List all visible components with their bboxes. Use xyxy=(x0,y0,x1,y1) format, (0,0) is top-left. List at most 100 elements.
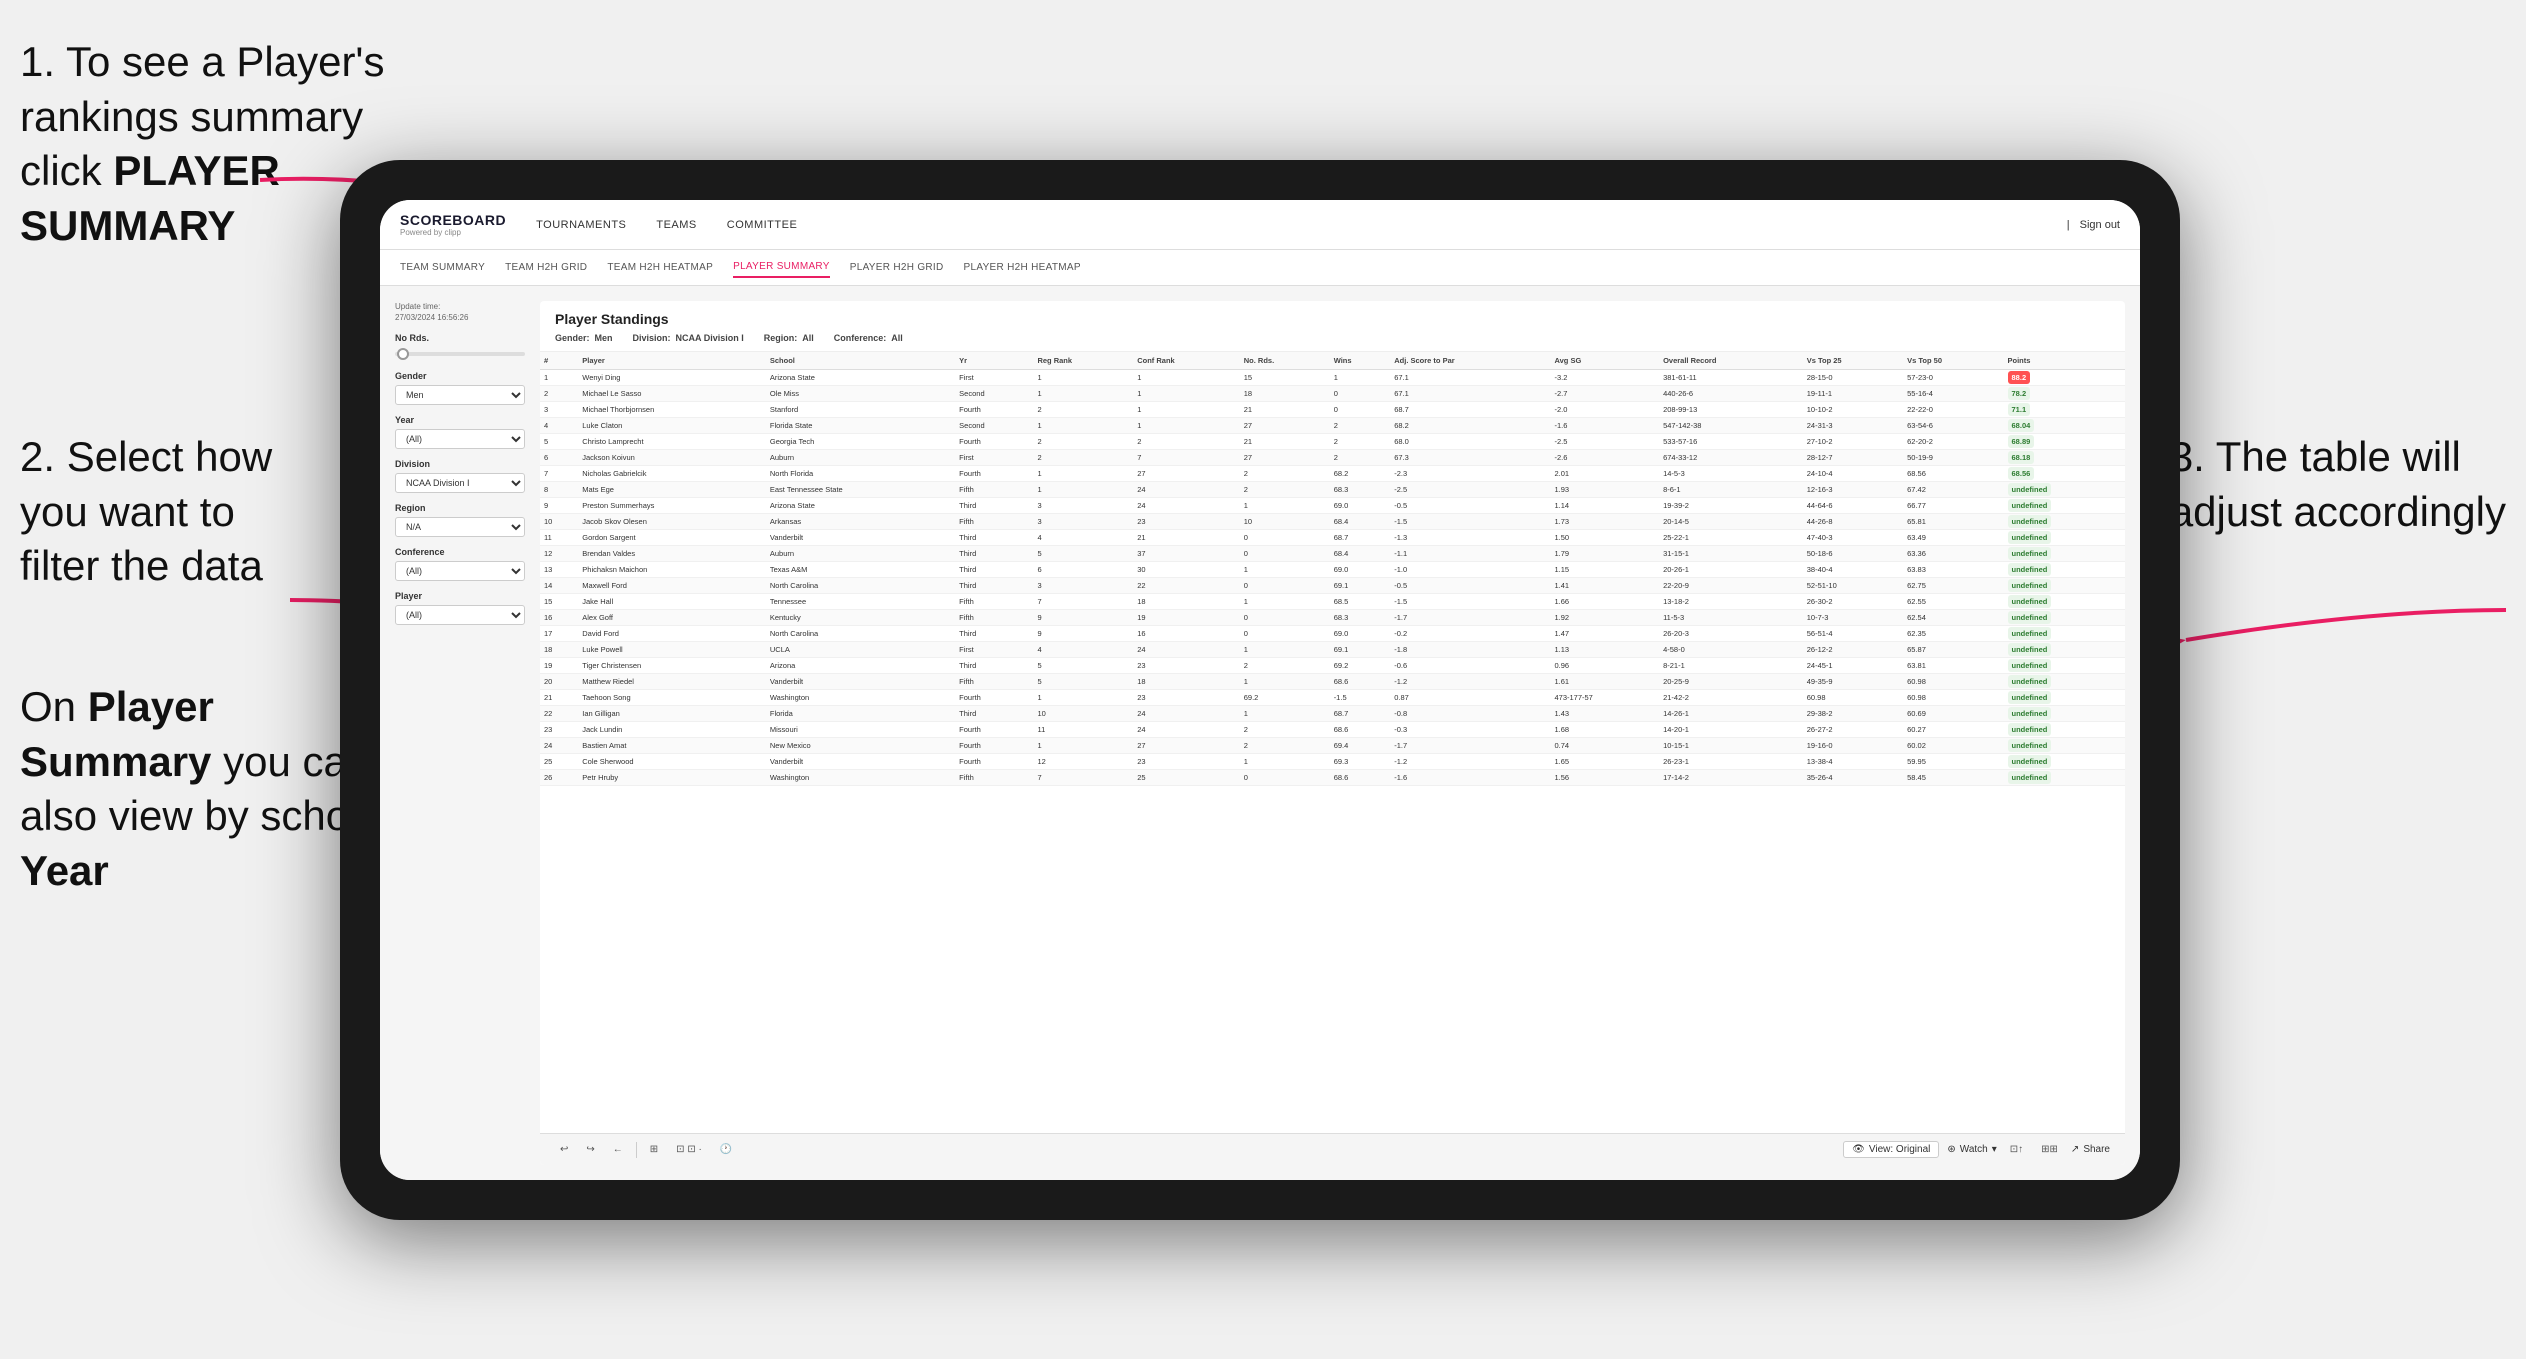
cell-avgsg: -2.7 xyxy=(1550,386,1659,402)
tab-team-h2h-heatmap[interactable]: TEAM H2H HEATMAP xyxy=(607,258,713,277)
nav-tournaments[interactable]: TOURNAMENTS xyxy=(536,215,626,235)
cell-record: 14-5-3 xyxy=(1659,466,1803,482)
cell-avgsg: 1.50 xyxy=(1550,530,1659,546)
cell-rds: 2 xyxy=(1240,658,1330,674)
cell-top25: 60.98 xyxy=(1803,690,1903,706)
cell-rank: 20 xyxy=(540,674,578,690)
cell-wins: 68.4 xyxy=(1330,546,1391,562)
cell-avgsg: -3.2 xyxy=(1550,370,1659,386)
col-yr: Yr xyxy=(955,352,1033,370)
slider-track[interactable] xyxy=(395,352,525,356)
nav-committee[interactable]: COMMITTEE xyxy=(727,215,798,235)
cell-reg: 11 xyxy=(1033,722,1133,738)
tab-player-h2h-heatmap[interactable]: PLAYER H2H HEATMAP xyxy=(964,258,1081,277)
col-vs-top50: Vs Top 50 xyxy=(1903,352,2003,370)
year-select[interactable]: (All) xyxy=(395,429,525,449)
cell-conf: 16 xyxy=(1133,626,1240,642)
cell-player: Jake Hall xyxy=(578,594,766,610)
cell-yr: Second xyxy=(955,386,1033,402)
cell-wins: 69.1 xyxy=(1330,642,1391,658)
conference-select[interactable]: (All) xyxy=(395,561,525,581)
arrow-3 xyxy=(2166,560,2516,680)
cell-adj: -2.5 xyxy=(1390,482,1550,498)
share-btn[interactable]: ↗ Share xyxy=(2071,1144,2110,1155)
cell-record: 22-20-9 xyxy=(1659,578,1803,594)
cell-points: undefined xyxy=(2004,722,2125,738)
table-header-row: # Player School Yr Reg Rank Conf Rank No… xyxy=(540,352,2125,370)
cell-record: 21-42-2 xyxy=(1659,690,1803,706)
export-btn[interactable]: ⊡↑ xyxy=(2005,1142,2028,1157)
cell-yr: First xyxy=(955,370,1033,386)
cell-wins: 0 xyxy=(1330,386,1391,402)
cell-record: 20-26-1 xyxy=(1659,562,1803,578)
cell-rank: 3 xyxy=(540,402,578,418)
redo-btn[interactable]: ↪ xyxy=(581,1142,599,1157)
cell-yr: Fifth xyxy=(955,674,1033,690)
region-filter-display: Region: All xyxy=(764,333,814,343)
division-select[interactable]: NCAA Division I xyxy=(395,473,525,493)
cell-top25: 27-10-2 xyxy=(1803,434,1903,450)
cell-top50: 63.36 xyxy=(1903,546,2003,562)
cell-top25: 50-18-6 xyxy=(1803,546,1903,562)
clock-btn[interactable]: 🕐 xyxy=(715,1142,737,1157)
cell-avgsg: 1.47 xyxy=(1550,626,1659,642)
cell-rds: 0 xyxy=(1240,626,1330,642)
tab-player-summary[interactable]: PLAYER SUMMARY xyxy=(733,257,830,278)
layout-btn[interactable]: ⊞⊞ xyxy=(2036,1142,2063,1157)
cell-rank: 7 xyxy=(540,466,578,482)
logo-text: SCOREBOARD xyxy=(400,212,506,228)
cell-top50: 55-16-4 xyxy=(1903,386,2003,402)
cell-top25: 10-7-3 xyxy=(1803,610,1903,626)
table-row: 13 Phichaksn Maichon Texas A&M Third 6 3… xyxy=(540,562,2125,578)
col-conf-rank: Conf Rank xyxy=(1133,352,1240,370)
cell-rds: 0 xyxy=(1240,546,1330,562)
cell-reg: 9 xyxy=(1033,610,1133,626)
undo-btn[interactable]: ↩ xyxy=(555,1142,573,1157)
col-avg-sg: Avg SG xyxy=(1550,352,1659,370)
cell-conf: 24 xyxy=(1133,498,1240,514)
cell-rank: 4 xyxy=(540,418,578,434)
table-row: 25 Cole Sherwood Vanderbilt Fourth 12 23… xyxy=(540,754,2125,770)
tab-team-h2h-grid[interactable]: TEAM H2H GRID xyxy=(505,258,587,277)
gender-select[interactable]: Men xyxy=(395,385,525,405)
cell-adj: -1.1 xyxy=(1390,546,1550,562)
cell-rank: 16 xyxy=(540,610,578,626)
cell-reg: 1 xyxy=(1033,466,1133,482)
tab-player-h2h-grid[interactable]: PLAYER H2H GRID xyxy=(850,258,944,277)
table-row: 7 Nicholas Gabrielcik North Florida Four… xyxy=(540,466,2125,482)
nav-bar: SCOREBOARD Powered by clipp TOURNAMENTS … xyxy=(380,200,2140,250)
cell-school: Washington xyxy=(766,690,955,706)
player-select[interactable]: (All) xyxy=(395,605,525,625)
slider-thumb[interactable] xyxy=(397,348,409,360)
cell-yr: Third xyxy=(955,578,1033,594)
cell-player: Christo Lamprecht xyxy=(578,434,766,450)
cell-avgsg: -2.0 xyxy=(1550,402,1659,418)
year-label: Year xyxy=(395,415,525,425)
copy-btn[interactable]: ⊞ xyxy=(645,1142,663,1157)
annotation-3: 3. The table will adjust accordingly xyxy=(2170,430,2506,539)
cell-yr: First xyxy=(955,450,1033,466)
cell-rank: 12 xyxy=(540,546,578,562)
cell-reg: 4 xyxy=(1033,642,1133,658)
paste-btn[interactable]: ⊡ ⊡ · xyxy=(671,1142,707,1157)
cell-points: undefined xyxy=(2004,562,2125,578)
back-btn[interactable]: ← xyxy=(608,1142,628,1157)
cell-adj: -1.7 xyxy=(1390,610,1550,626)
cell-reg: 10 xyxy=(1033,706,1133,722)
cell-reg: 5 xyxy=(1033,658,1133,674)
cell-reg: 1 xyxy=(1033,690,1133,706)
sign-out-link[interactable]: Sign out xyxy=(2080,219,2120,231)
cell-adj: -0.5 xyxy=(1390,498,1550,514)
cell-avgsg: 0.96 xyxy=(1550,658,1659,674)
cell-rds: 2 xyxy=(1240,722,1330,738)
cell-adj: -0.2 xyxy=(1390,626,1550,642)
cell-school: Auburn xyxy=(766,546,955,562)
cell-top50: 60.02 xyxy=(1903,738,2003,754)
tab-team-summary[interactable]: TEAM SUMMARY xyxy=(400,258,485,277)
watch-btn[interactable]: ⊛ Watch ▾ xyxy=(1947,1144,1996,1155)
view-original-btn[interactable]: 👁 View: Original xyxy=(1843,1141,1939,1158)
cell-rank: 10 xyxy=(540,514,578,530)
region-select[interactable]: N/A xyxy=(395,517,525,537)
nav-teams[interactable]: TEAMS xyxy=(656,215,696,235)
cell-adj: 0.87 xyxy=(1390,690,1550,706)
